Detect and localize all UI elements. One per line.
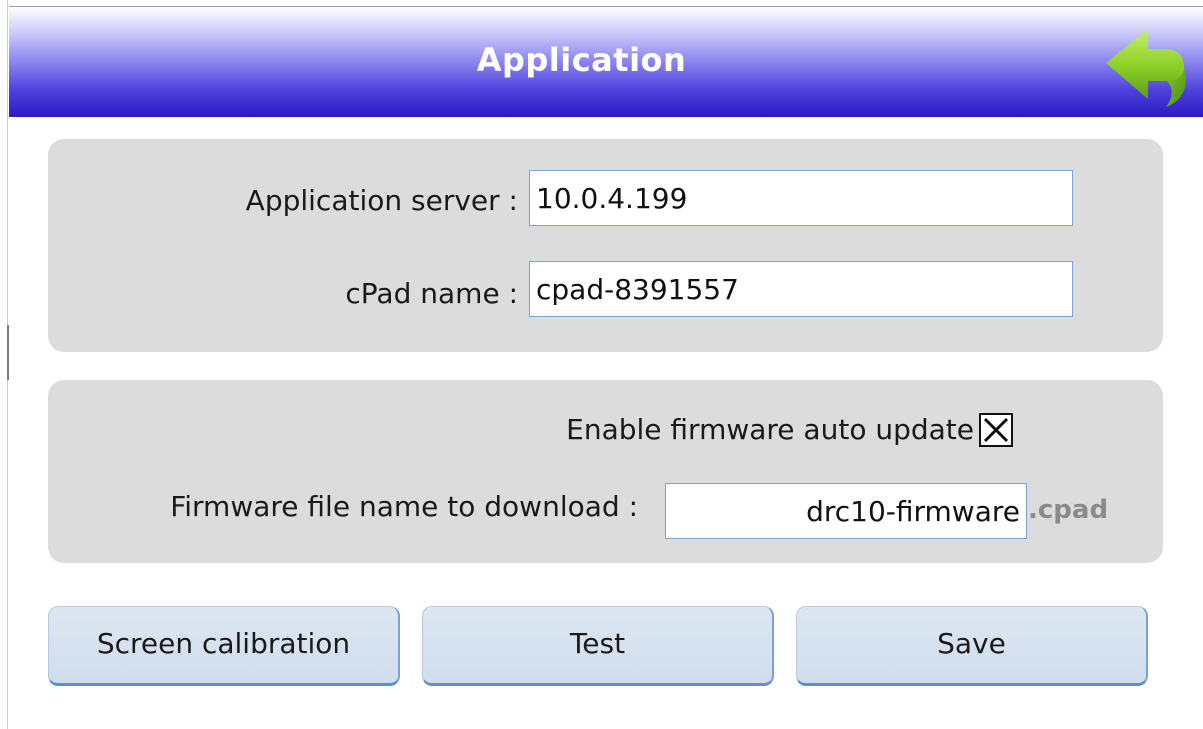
back-button[interactable]: [1102, 23, 1192, 111]
cpad-name-input[interactable]: [529, 261, 1073, 317]
screen-calibration-button[interactable]: Screen calibration: [48, 606, 400, 686]
application-screen: Application Application server: 10.0.4.…: [0, 0, 1203, 729]
server-settings-panel: Application server : cPad name :: [48, 139, 1163, 352]
firmware-file-input[interactable]: [665, 483, 1027, 539]
back-arrow-icon: [1106, 29, 1186, 107]
app-server-label: Application server :: [245, 184, 518, 217]
firmware-settings-panel: Enable firmware auto update Firmware fil…: [48, 380, 1163, 563]
auto-update-label: Enable firmware auto update: [566, 413, 974, 446]
x-mark-icon: [983, 417, 1009, 443]
auto-update-checkbox[interactable]: [979, 413, 1013, 447]
title-bar: Application: [9, 6, 1203, 117]
page-title: Application: [476, 41, 687, 79]
firmware-file-suffix: .cpad: [1028, 495, 1109, 525]
test-button[interactable]: Test: [422, 606, 774, 686]
save-button[interactable]: Save: [796, 606, 1148, 686]
firmware-file-label: Firmware file name to download :: [170, 490, 638, 523]
app-server-input[interactable]: [529, 170, 1073, 226]
window-edge: [0, 0, 9, 729]
cpad-name-label: cPad name :: [345, 277, 518, 310]
